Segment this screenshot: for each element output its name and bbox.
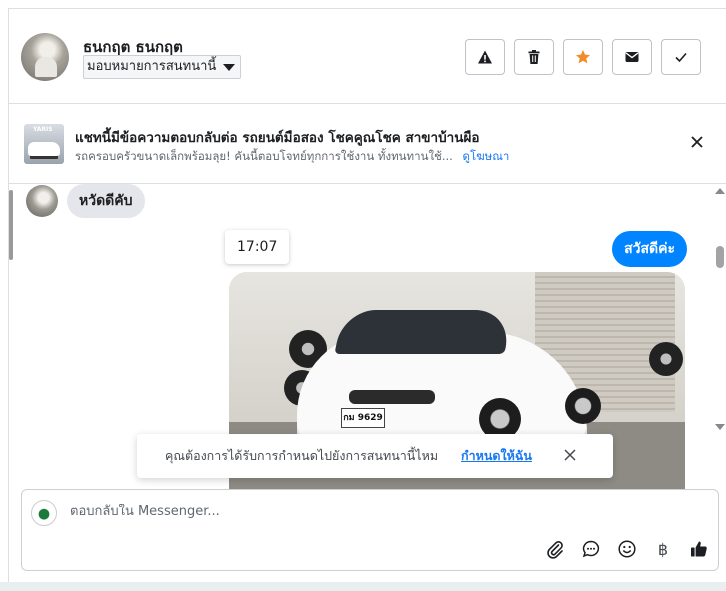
- saved-replies-button[interactable]: [580, 538, 602, 560]
- ad-thumbnail[interactable]: [24, 124, 64, 164]
- chat-bubble-icon: [582, 540, 600, 558]
- mark-spam-button[interactable]: [465, 39, 505, 75]
- emoji-button[interactable]: [616, 538, 638, 560]
- reply-composer: ฿: [21, 489, 719, 571]
- warning-icon: [478, 50, 492, 64]
- thumbs-up-icon: [691, 541, 707, 557]
- composer-toolbar: ฿: [544, 538, 710, 560]
- scroll-down-icon[interactable]: [715, 424, 725, 430]
- attachment-button[interactable]: [544, 538, 566, 560]
- assign-label: มอบหมายการสนทนานี้: [87, 59, 217, 74]
- mark-done-button[interactable]: [661, 39, 701, 75]
- trash-icon: [528, 50, 540, 64]
- page-avatar: [31, 500, 57, 526]
- thread-scrollbar[interactable]: [713, 184, 726, 434]
- user-avatar[interactable]: [21, 33, 69, 81]
- mark-unread-button[interactable]: [612, 39, 652, 75]
- star-icon: [576, 50, 590, 64]
- assign-prompt-toast: คุณต้องการได้รับการกำหนดไปยังการสนทนานี้…: [137, 434, 613, 478]
- scroll-up-icon[interactable]: [715, 188, 725, 194]
- paperclip-icon: [547, 541, 563, 559]
- reply-input[interactable]: [70, 504, 670, 519]
- assign-to-me-link[interactable]: กำหนดให้ฉัน: [461, 434, 532, 478]
- assign-prompt-text: คุณต้องการได้รับการกำหนดไปยังการสนทนานี้…: [165, 448, 439, 463]
- chevron-down-icon: [223, 64, 236, 71]
- delete-button[interactable]: [514, 39, 554, 75]
- outgoing-message: สวัสดีค่ะ: [612, 231, 687, 267]
- sender-avatar: [26, 185, 58, 217]
- message-timestamp: 17:07: [225, 230, 290, 264]
- ad-subtitle: รถครอบครัวขนาดเล็กพร้อมลุย! คันนี้ตอบโจท…: [75, 148, 509, 166]
- conversation-header: ธนกฤต ธนกฤต มอบหมายการสนทนานี้: [9, 9, 726, 104]
- check-icon: [675, 52, 687, 63]
- ad-title: แชทนี้มีข้อความตอบกลับต่อ รถยนต์มือสอง โ…: [75, 130, 480, 146]
- baht-icon: ฿: [657, 539, 669, 559]
- view-ad-link[interactable]: ดูโฆษณา: [462, 149, 509, 163]
- close-icon[interactable]: [563, 448, 577, 462]
- left-scrollbar[interactable]: [9, 190, 13, 260]
- close-icon[interactable]: [689, 134, 705, 150]
- inbox-conversation-panel: ธนกฤต ธนกฤต มอบหมายการสนทนานี้ แ: [8, 8, 726, 591]
- emoji-icon: [618, 540, 636, 558]
- assign-conversation-dropdown[interactable]: มอบหมายการสนทนานี้: [83, 55, 242, 79]
- scrollbar-thumb[interactable]: [716, 246, 724, 268]
- incoming-message: หวัดดีคับ: [67, 184, 145, 218]
- ad-description: รถครอบครัวขนาดเล็กพร้อมลุย! คันนี้ตอบโจท…: [75, 149, 453, 163]
- star-button[interactable]: [563, 39, 603, 75]
- ad-context-banner: แชทนี้มีข้อความตอบกลับต่อ รถยนต์มือสอง โ…: [9, 104, 726, 184]
- bottom-strip: [0, 582, 726, 591]
- license-plate: กม 9629: [341, 408, 385, 428]
- header-actions: [465, 39, 701, 75]
- payment-button[interactable]: ฿: [652, 538, 674, 560]
- envelope-icon: [625, 52, 639, 62]
- like-button[interactable]: [688, 538, 710, 560]
